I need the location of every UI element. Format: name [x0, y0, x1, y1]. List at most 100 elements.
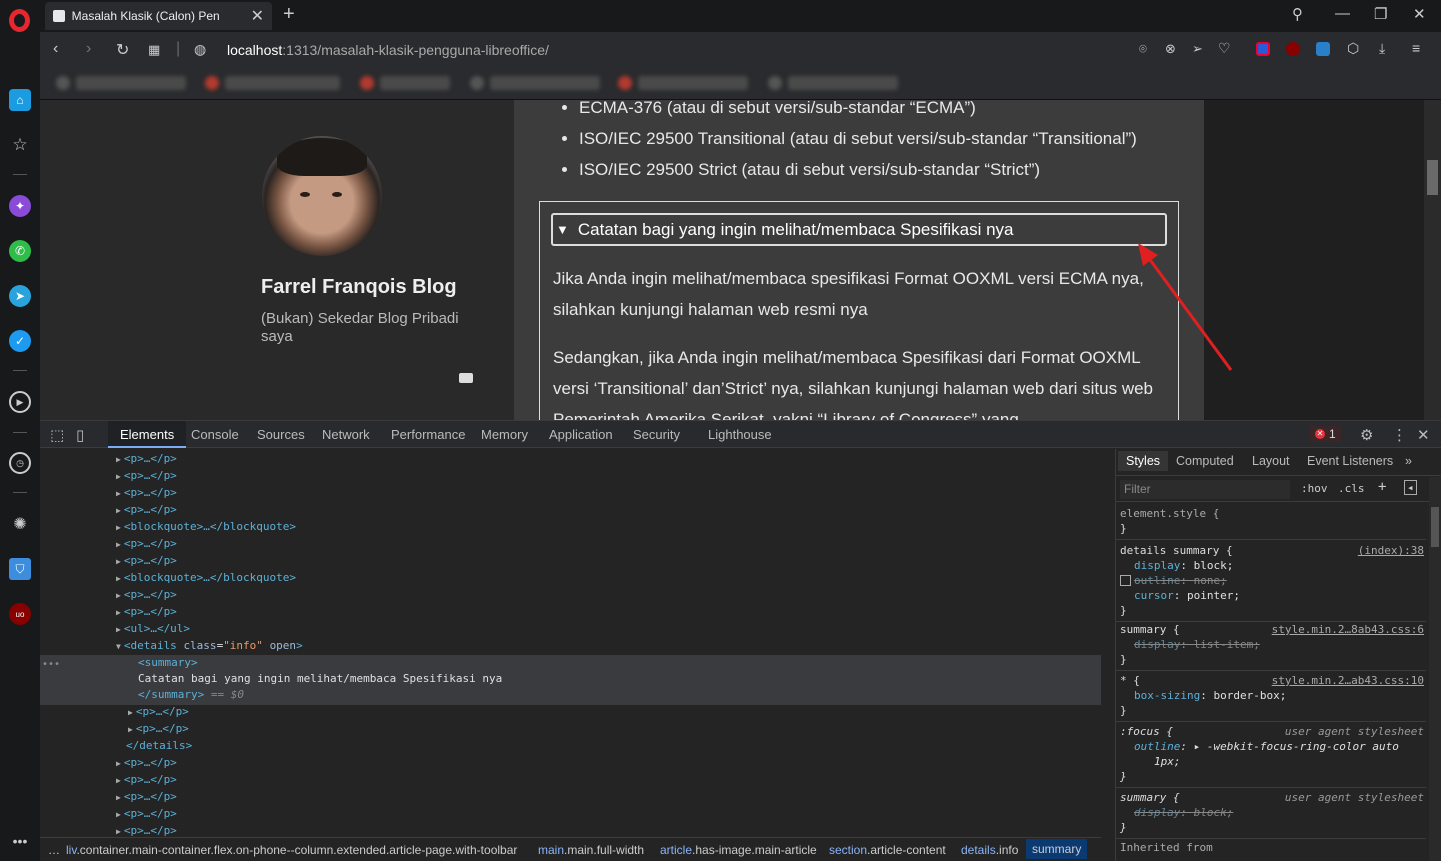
inspect-icon[interactable]: ⬚	[50, 426, 64, 444]
bookmark-item[interactable]	[638, 76, 748, 90]
more-tabs-icon[interactable]: »	[1405, 454, 1412, 468]
home-icon[interactable]: ⌂	[9, 89, 31, 111]
dom-node[interactable]: ▶ <p>…</p>	[116, 788, 177, 805]
lightbulb-icon[interactable]: ✺	[9, 513, 31, 535]
heart-icon[interactable]: ♡	[1218, 40, 1231, 57]
dom-node[interactable]: ▶ <p>…</p>	[116, 535, 177, 552]
new-rule-icon[interactable]: +	[1378, 479, 1386, 495]
dom-node-summary-open[interactable]: <summary>	[138, 654, 198, 671]
bitwarden-icon[interactable]: ⛉	[9, 558, 31, 580]
dom-node[interactable]: ▶ <ul>…</ul>	[116, 620, 190, 637]
tab-sources[interactable]: Sources	[245, 421, 317, 448]
globe-icon[interactable]: ◍	[194, 41, 206, 58]
bookmark-icon[interactable]	[56, 76, 70, 90]
forward-icon[interactable]: ›	[86, 40, 91, 58]
dom-node[interactable]: ▶ <p>…</p>	[116, 467, 177, 484]
close-devtools-icon[interactable]: ✕	[1417, 426, 1430, 444]
dom-node-details[interactable]: ▼ <details class="info" open>	[116, 637, 303, 654]
tab-event-listeners[interactable]: Event Listeners	[1307, 454, 1393, 468]
style-rule-summary-ua[interactable]: summary { user agent stylesheet display:…	[1116, 787, 1426, 839]
bookmark-item[interactable]	[788, 76, 898, 90]
bookmark-icon[interactable]	[360, 76, 374, 90]
tab-styles[interactable]: Styles	[1118, 451, 1169, 471]
back-icon[interactable]: ‹	[53, 40, 58, 58]
menu-icon[interactable]: ≡	[1412, 40, 1420, 56]
styles-scrollbar[interactable]	[1429, 477, 1441, 861]
dom-node[interactable]: ▶ <p>…</p>	[116, 552, 177, 569]
breadcrumb-item-active[interactable]: summary	[1026, 839, 1088, 859]
dom-node-summary-text[interactable]: Catatan bagi yang ingin melihat/membaca …	[138, 670, 502, 687]
download-icon[interactable]: ⤓	[1379, 40, 1385, 57]
tab-elements[interactable]: Elements	[108, 421, 187, 448]
tab-memory[interactable]: Memory	[469, 421, 540, 448]
cls-toggle[interactable]: .cls	[1338, 482, 1365, 495]
ublock-icon[interactable]: uo	[9, 603, 31, 625]
ublock-ext-icon[interactable]	[1286, 42, 1300, 56]
dom-node[interactable]: ▶ <p>…</p>	[128, 703, 189, 720]
dom-node[interactable]: ▶ <p>…</p>	[116, 586, 177, 603]
tab-console[interactable]: Console	[179, 421, 251, 448]
tab-lighthouse[interactable]: Lighthouse	[696, 421, 784, 448]
property-checkbox[interactable]	[1120, 575, 1131, 586]
tab-performance[interactable]: Performance	[379, 421, 477, 448]
breadcrumb-item[interactable]: main.main.full-width	[538, 843, 644, 857]
dom-node[interactable]: ▶ <p>…</p>	[116, 771, 177, 788]
breadcrumb-ellipsis[interactable]: …	[48, 843, 60, 857]
sidebar-toggle-icon[interactable]: ◂	[1404, 480, 1417, 495]
camera-icon[interactable]: ⌾	[1139, 41, 1147, 57]
opera-logo-icon[interactable]	[9, 9, 30, 32]
bookmark-item[interactable]	[490, 76, 600, 90]
ext-shield-icon[interactable]	[1256, 42, 1270, 56]
close-window-icon[interactable]: ✕	[1413, 5, 1426, 23]
telegram-icon[interactable]: ➤	[9, 285, 31, 307]
dom-node[interactable]: ▶ <p>…</p>	[128, 720, 189, 737]
device-toggle-icon[interactable]: ▯	[76, 426, 84, 444]
restore-icon[interactable]: ❐	[1374, 5, 1387, 23]
bookmark-item[interactable]	[225, 76, 340, 90]
player-icon[interactable]: ▶	[9, 391, 31, 413]
bookmark-icon[interactable]	[768, 76, 782, 90]
tab-network[interactable]: Network	[310, 421, 382, 448]
style-rule-universal[interactable]: * { style.min.2…ab43.css:10 box-sizing: …	[1116, 670, 1426, 722]
url-field[interactable]: localhost:1313/masalah-klasik-pengguna-l…	[227, 42, 549, 58]
search-tabs-icon[interactable]: ⚲	[1292, 5, 1303, 23]
error-badge[interactable]: ✕ 1	[1310, 426, 1341, 442]
tab-application[interactable]: Application	[537, 421, 625, 448]
bookmark-item[interactable]	[76, 76, 186, 90]
tab-close-icon[interactable]: ✕	[251, 6, 264, 26]
tab-layout[interactable]: Layout	[1252, 454, 1290, 468]
new-tab-icon[interactable]: +	[283, 3, 295, 26]
bookmark-icon[interactable]	[470, 76, 484, 90]
breadcrumb-item[interactable]: section.article-content	[829, 843, 946, 857]
twitter-icon[interactable]: ✓	[9, 330, 31, 352]
adblock-icon[interactable]: ⊗	[1165, 41, 1176, 57]
dom-node[interactable]: ▶ <p>…</p>	[116, 484, 177, 501]
breadcrumb-item[interactable]: liv.container.main-container.flex.on-pho…	[66, 843, 517, 857]
hov-toggle[interactable]: :hov	[1301, 482, 1328, 495]
kebab-menu-icon[interactable]: ⋮	[1392, 426, 1407, 444]
dom-node[interactable]: ▶ <blockquote>…</blockquote>	[116, 518, 296, 535]
history-icon[interactable]: ◷	[9, 452, 31, 474]
breadcrumb-item[interactable]: article.has-image.main-article	[660, 843, 817, 857]
style-rule-details-summary[interactable]: details summary { (index):38 display: bl…	[1116, 540, 1426, 622]
tab-computed[interactable]: Computed	[1176, 454, 1234, 468]
settings-gear-icon[interactable]: ⚙	[1360, 426, 1373, 444]
star-icon[interactable]: ☆	[9, 134, 31, 156]
dom-node[interactable]: ▶ <p>…</p>	[116, 805, 177, 822]
translate-ext-icon[interactable]	[1316, 42, 1330, 56]
rule-source-link[interactable]: style.min.2…ab43.css:10	[1272, 673, 1424, 688]
styles-filter-input[interactable]: Filter	[1120, 480, 1290, 499]
page-scroll-thumb[interactable]	[1427, 160, 1438, 195]
dom-node[interactable]: ▶ <p>…</p>	[116, 822, 177, 837]
reload-icon[interactable]: ↻	[116, 40, 129, 60]
style-rule-focus[interactable]: :focus { user agent stylesheet outline: …	[1116, 721, 1426, 788]
send-icon[interactable]: ➢	[1192, 41, 1203, 57]
bookmark-item[interactable]	[380, 76, 450, 90]
dom-node[interactable]: ▶ <p>…</p>	[116, 450, 177, 467]
dom-node[interactable]: ▶ <blockquote>…</blockquote>	[116, 569, 296, 586]
style-rule-summary[interactable]: summary { style.min.2…8ab43.css:6 displa…	[1116, 619, 1426, 671]
bookmark-icon[interactable]	[618, 76, 632, 90]
dom-node[interactable]: ▶ <p>…</p>	[116, 603, 177, 620]
dom-node[interactable]: •••	[40, 656, 60, 673]
grid-icon[interactable]: ▦	[148, 42, 160, 58]
